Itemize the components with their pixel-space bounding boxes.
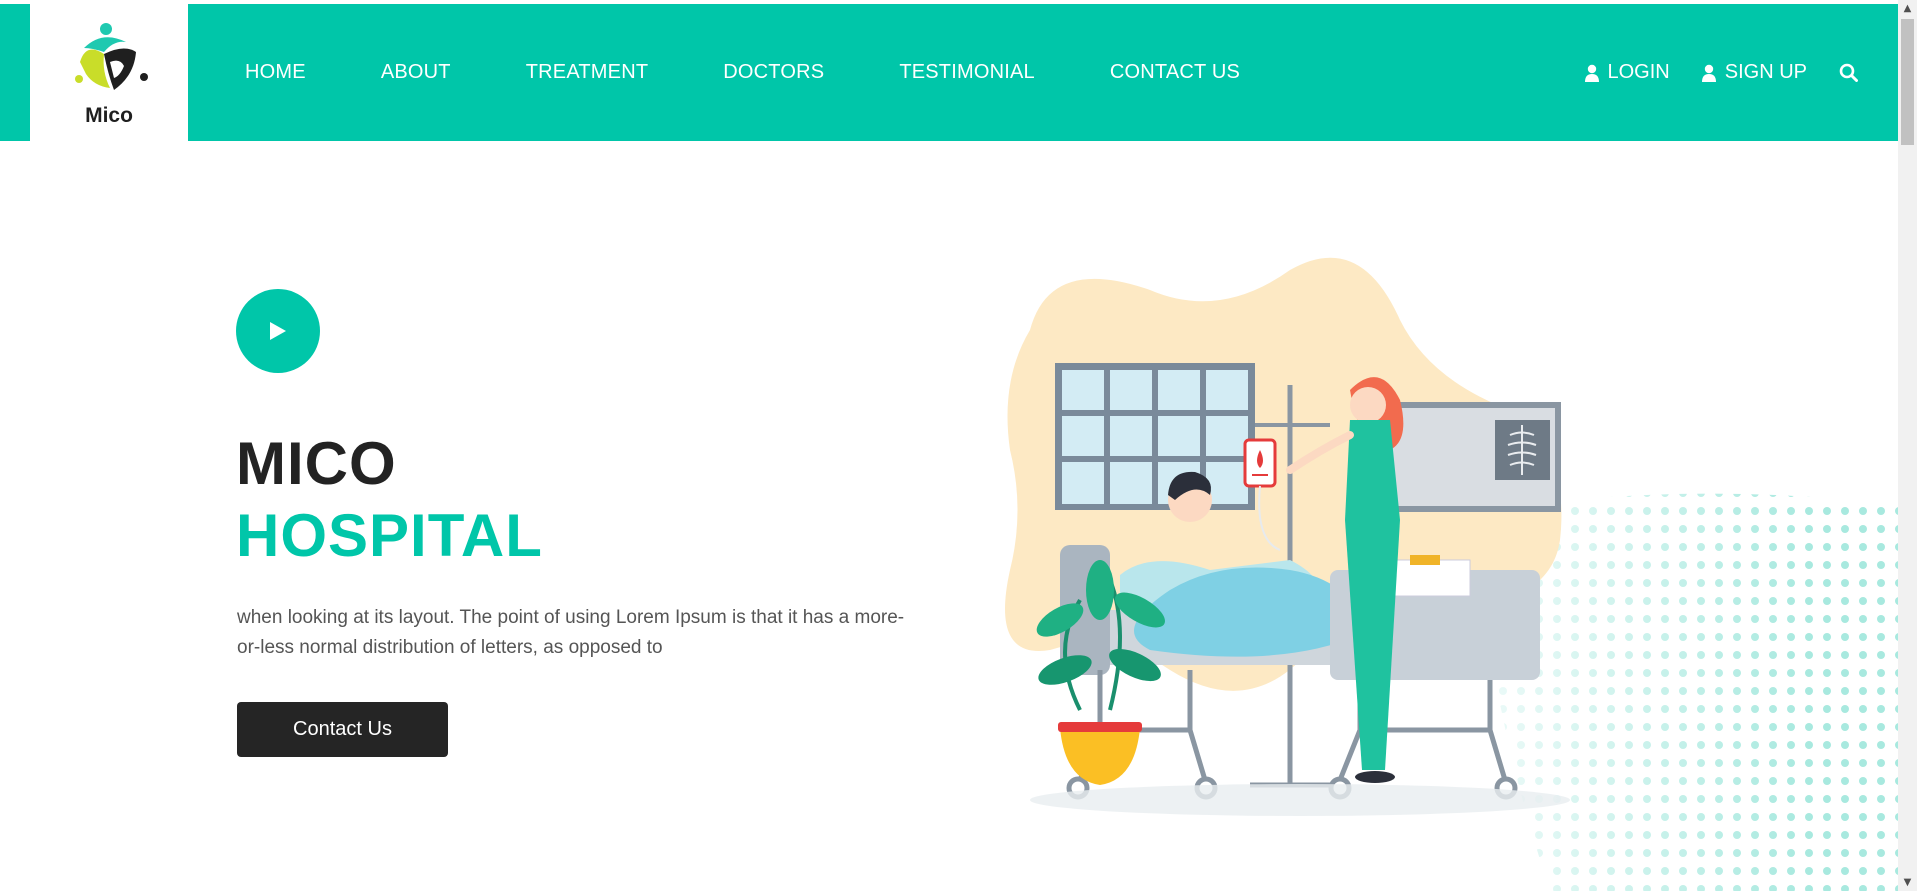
auth-links: LOGIN SIGN UP <box>1584 4 1899 141</box>
signup-label: SIGN UP <box>1724 61 1807 83</box>
hero-title-line2: HOSPITAL <box>236 502 543 569</box>
scroll-up-arrow[interactable]: ▲ <box>1898 0 1917 17</box>
hero-title-line1: MICO <box>236 430 397 497</box>
scroll-down-arrow[interactable]: ▼ <box>1898 874 1917 891</box>
user-icon <box>1584 64 1599 82</box>
page-scrollbar[interactable]: ▲ ▼ <box>1898 0 1917 891</box>
login-label: LOGIN <box>1607 61 1670 83</box>
site-header: Mico HOME ABOUT TREATMENT DOCTORS TESTIM… <box>0 4 1898 141</box>
main-nav: HOME ABOUT TREATMENT DOCTORS TESTIMONIAL… <box>245 4 1315 141</box>
nav-testimonial[interactable]: TESTIMONIAL <box>899 61 1035 84</box>
scrollbar-thumb[interactable] <box>1901 19 1914 145</box>
nav-doctors[interactable]: DOCTORS <box>723 61 824 84</box>
nav-about[interactable]: ABOUT <box>381 61 451 84</box>
logo-icon <box>75 23 148 90</box>
login-link[interactable]: LOGIN <box>1584 61 1670 84</box>
nav-treatment[interactable]: TREATMENT <box>526 61 649 84</box>
brand-logo[interactable]: Mico <box>30 4 188 141</box>
play-video-button[interactable] <box>236 289 320 373</box>
nav-contact-us[interactable]: CONTACT US <box>1110 61 1240 84</box>
brand-name: Mico <box>85 104 133 127</box>
search-icon <box>1839 63 1858 82</box>
hospital-illustration <box>1005 257 1898 891</box>
user-icon <box>1701 64 1716 82</box>
search-button[interactable] <box>1839 63 1858 82</box>
nav-home[interactable]: HOME <box>245 61 306 84</box>
signup-link[interactable]: SIGN UP <box>1701 61 1807 84</box>
hero-description: when looking at its layout. The point of… <box>237 607 905 658</box>
play-icon <box>270 322 286 340</box>
contact-us-button[interactable]: Contact Us <box>237 702 448 757</box>
